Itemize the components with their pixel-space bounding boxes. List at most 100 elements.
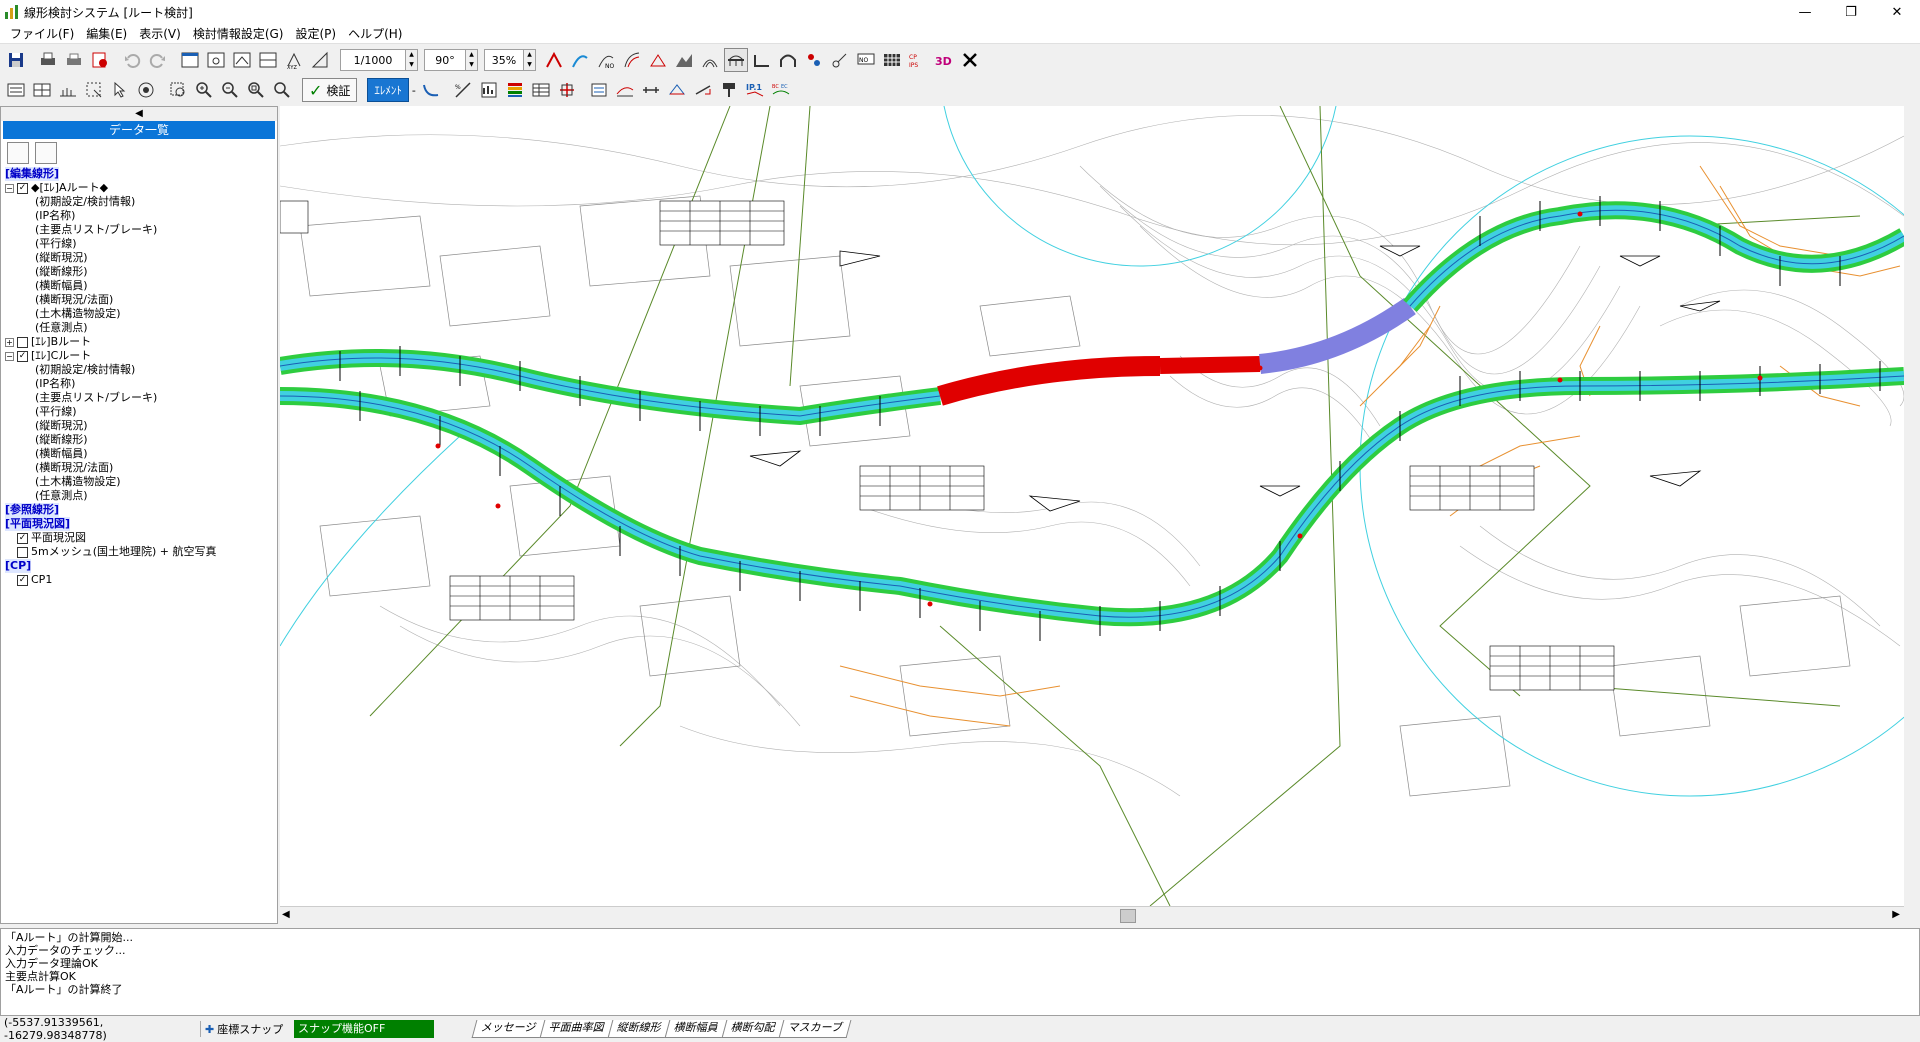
bc-ec-icon[interactable]: BC EC [769, 78, 793, 102]
slope-icon[interactable]: % [451, 78, 475, 102]
tree-plan-item[interactable]: 5mメッシュ(国土地理院) + 航空写真 [31, 545, 217, 559]
ip1-icon[interactable]: IP.1 [743, 78, 767, 102]
tree-route-c[interactable]: [ｴﾚ]Cルート [31, 349, 91, 363]
table-icon[interactable] [529, 78, 553, 102]
save-icon[interactable] [4, 48, 28, 72]
zoom-all-icon[interactable] [270, 78, 294, 102]
cross-section-icon[interactable] [555, 78, 579, 102]
profile-edit-icon[interactable] [613, 78, 637, 102]
tab-mass-curve[interactable]: マスカーブ [778, 1020, 852, 1038]
tree-item[interactable]: (主要点リスト/ブレーキ) [35, 223, 157, 237]
element-button[interactable]: ｴﾚﾒﾝﾄ [367, 78, 409, 102]
zoom-out-icon[interactable] [218, 78, 242, 102]
checkbox-route-b[interactable] [17, 336, 28, 348]
checkbox-route-a[interactable]: ✓ [17, 182, 28, 194]
horizontal-scroll-thumb[interactable] [1120, 909, 1136, 923]
window-icon[interactable] [204, 48, 228, 72]
tree-item[interactable]: (任意測点) [35, 489, 88, 503]
plan-drawing[interactable] [280, 106, 1904, 906]
checkbox-plan-status[interactable]: ✓ [17, 532, 28, 544]
scale-spinner[interactable]: 1/1000 ▲ ▼ [340, 49, 418, 71]
menu-study-settings[interactable]: 検討情報設定(G) [187, 25, 290, 42]
vertical-scrollbar[interactable] [1904, 106, 1920, 906]
table-tool-icon[interactable]: NO [854, 48, 878, 72]
tree-plan-item[interactable]: 平面現況図 [31, 531, 86, 545]
curve-tool-icon[interactable] [568, 48, 592, 72]
no-curve-icon[interactable]: NO [594, 48, 618, 72]
minimize-button[interactable]: — [1782, 0, 1828, 24]
expand-route-b[interactable]: + [5, 337, 14, 347]
spiral-icon[interactable] [620, 48, 644, 72]
collapse-route-a[interactable]: − [5, 183, 14, 193]
checkbox-cp1[interactable]: ✓ [17, 574, 28, 586]
tree-route-b[interactable]: [ｴﾚ]Bルート [31, 335, 91, 349]
select-region-icon[interactable] [82, 78, 106, 102]
tree-item[interactable]: (横断幅員) [35, 279, 88, 293]
tree-item[interactable]: (IP名称) [35, 377, 75, 391]
tree-item[interactable]: (平行線) [35, 237, 77, 251]
tree-item[interactable]: (縦断線形) [35, 433, 88, 447]
tree-item[interactable]: (主要点リスト/ブレーキ) [35, 391, 157, 405]
print-icon[interactable] [36, 48, 60, 72]
grid-icon[interactable] [880, 48, 904, 72]
tree-item[interactable]: (平行線) [35, 405, 77, 419]
list-view-icon[interactable] [4, 78, 28, 102]
maximize-button[interactable]: ❐ [1828, 0, 1874, 24]
zoom-in-icon[interactable] [192, 78, 216, 102]
checkbox-route-c[interactable]: ✓ [17, 350, 28, 362]
scroll-right-icon[interactable]: ▶ [1892, 909, 1900, 920]
3d-view-icon[interactable]: 3D [932, 48, 956, 72]
tab-plan-curvature[interactable]: 平面曲率図 [539, 1020, 614, 1038]
angle-spinner[interactable]: 90° ▲ ▼ [424, 49, 478, 71]
checkbox-mesh[interactable] [17, 546, 28, 558]
tree-item[interactable]: (土木構造物設定) [35, 307, 121, 321]
layout-icon[interactable] [178, 48, 202, 72]
percent-spinner[interactable]: 35% ▲ ▼ [484, 49, 536, 71]
export-icon[interactable] [88, 48, 112, 72]
measure-icon[interactable] [308, 48, 332, 72]
collapse-route-c[interactable]: − [5, 351, 14, 361]
map-canvas[interactable] [280, 106, 1904, 906]
bridge-icon[interactable] [724, 48, 748, 72]
superelevation-icon[interactable] [691, 78, 715, 102]
coordinate-snap-toggle[interactable]: ✚ 座標スナップ [200, 1021, 294, 1037]
horizontal-scrollbar[interactable]: ◀ ▶ [280, 906, 1904, 924]
tab-message[interactable]: メッセージ [471, 1020, 546, 1038]
verify-button[interactable]: ✓ 検証 [302, 78, 358, 102]
close-button[interactable]: ✕ [1874, 0, 1920, 24]
sign-icon[interactable] [717, 78, 741, 102]
retaining-wall-icon[interactable] [750, 48, 774, 72]
cp-ip-icon[interactable]: CP IPS [906, 48, 930, 72]
point-tool-icon[interactable] [802, 48, 826, 72]
tab-cross-slope[interactable]: 横断勾配 [721, 1020, 785, 1038]
tree-item[interactable]: (任意測点) [35, 321, 88, 335]
menu-settings[interactable]: 設定(P) [289, 25, 342, 42]
tree-cp-item[interactable]: CP1 [31, 573, 52, 587]
add-route-icon[interactable] [7, 142, 29, 164]
profile-view-icon[interactable] [56, 78, 80, 102]
tree-item[interactable]: (横断現況/法面) [35, 461, 113, 475]
pan-icon[interactable] [134, 78, 158, 102]
close-view-icon[interactable] [958, 48, 982, 72]
link-icon[interactable] [828, 48, 852, 72]
tree-item[interactable]: (初期設定/検討情報) [35, 363, 135, 377]
tree-item[interactable]: (縦断線形) [35, 265, 88, 279]
menu-help[interactable]: ヘルプ(H) [342, 25, 408, 42]
edit-route-icon[interactable] [35, 142, 57, 164]
tree-route-a[interactable]: ◆[ｴﾚ]Aルート◆ [31, 181, 108, 195]
tree-item[interactable]: (横断現況/法面) [35, 293, 113, 307]
tab-cross-width[interactable]: 横断幅員 [664, 1020, 728, 1038]
terrain-icon[interactable] [672, 48, 696, 72]
zoom-fit-icon[interactable] [244, 78, 268, 102]
pointer-icon[interactable] [108, 78, 132, 102]
menu-file[interactable]: ファイル(F) [4, 25, 80, 42]
menu-edit[interactable]: 編集(E) [80, 25, 133, 42]
print-preview-icon[interactable] [62, 48, 86, 72]
collapse-panel-icon[interactable]: ◀ [1, 107, 277, 121]
structure-icon[interactable] [665, 78, 689, 102]
redo-icon[interactable] [146, 48, 170, 72]
tab-profile[interactable]: 縦断線形 [607, 1020, 671, 1038]
split-view-icon[interactable] [30, 78, 54, 102]
chart-icon[interactable] [477, 78, 501, 102]
tree-item[interactable]: (初期設定/検討情報) [35, 195, 135, 209]
